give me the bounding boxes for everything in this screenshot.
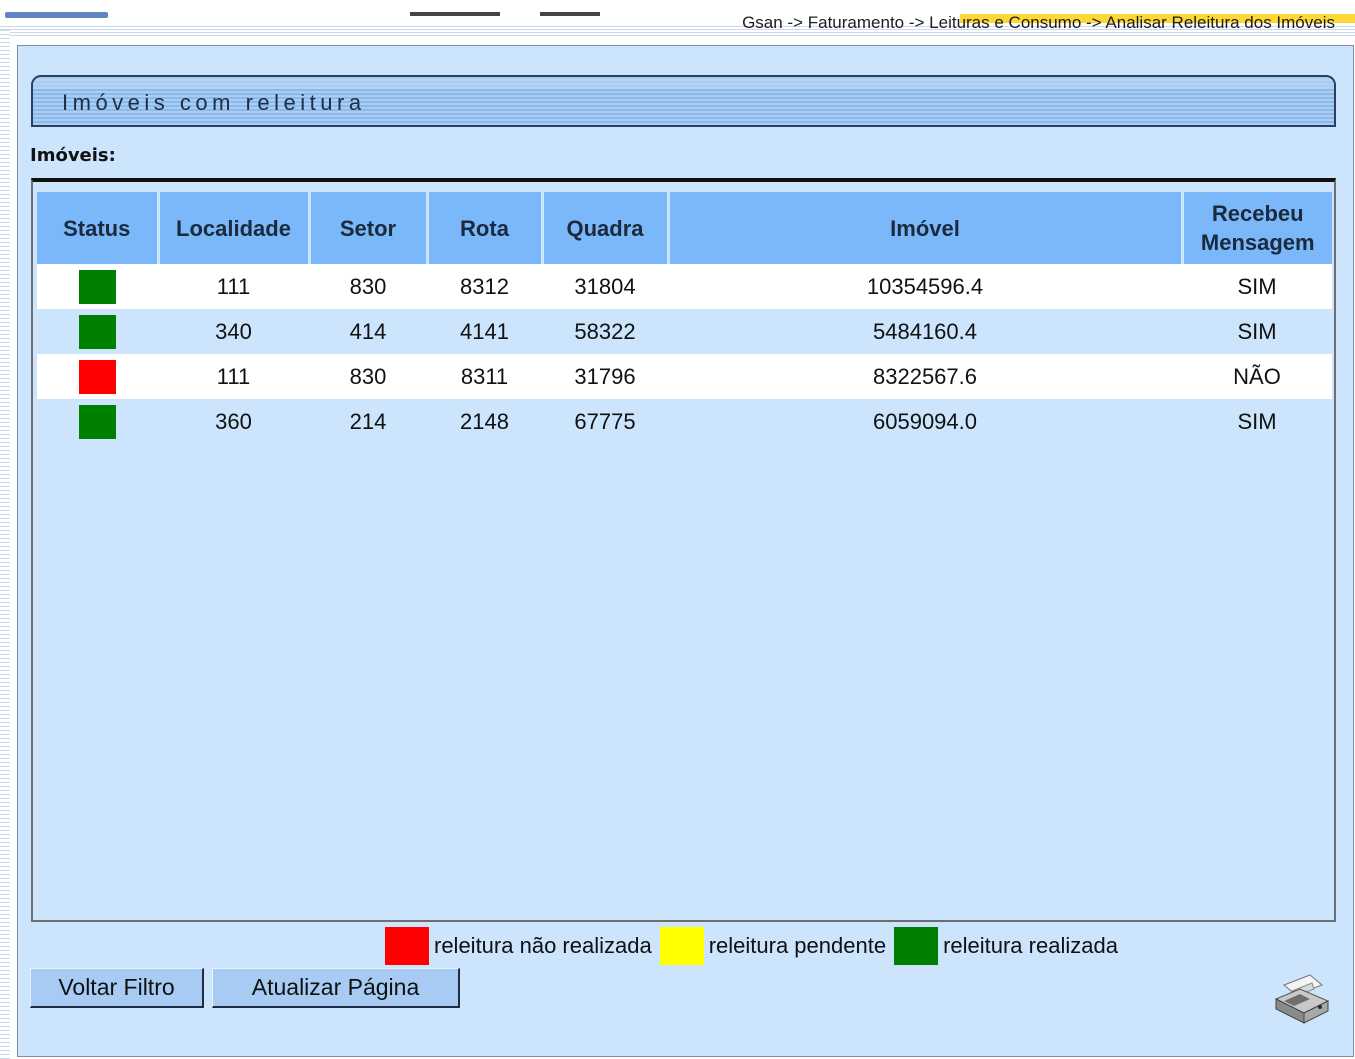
recebeu-cell: NÃO	[1182, 354, 1332, 399]
voltar-filtro-button[interactable]: Voltar Filtro	[30, 968, 204, 1008]
table-row: 111 830 8312 31804 10354596.4 SIM	[37, 264, 1332, 309]
recebeu-cell: SIM	[1182, 264, 1332, 309]
quadra-cell: 67775	[542, 399, 668, 444]
status-cell	[37, 264, 158, 309]
recebeu-cell: SIM	[1182, 309, 1332, 354]
status-cell	[37, 399, 158, 444]
setor-cell: 830	[309, 264, 427, 309]
status-cell	[37, 354, 158, 399]
legend-item: releitura realizada	[894, 927, 1118, 965]
setor-cell: 414	[309, 309, 427, 354]
column-header-status: Status	[37, 192, 160, 264]
legend-item: releitura não realizada	[385, 927, 652, 965]
section-header: Imóveis com releitura	[31, 75, 1336, 127]
printer-icon[interactable]	[1270, 971, 1334, 1032]
imovel-cell: 6059094.0	[668, 399, 1182, 444]
legend-label: releitura realizada	[943, 933, 1118, 958]
legend-label: releitura não realizada	[434, 933, 652, 958]
legend-swatch-red	[385, 927, 429, 965]
column-header-localidade: Localidade	[158, 192, 311, 264]
column-header-recebeu-mensagem: Recebeu Mensagem	[1182, 192, 1332, 264]
list-label: Imóveis:	[30, 145, 116, 166]
status-indicator	[79, 269, 116, 304]
legend-swatch-green	[894, 927, 939, 965]
legend-item: releitura pendente	[659, 927, 887, 965]
legend-label: releitura pendente	[708, 933, 887, 958]
quadra-cell: 31804	[542, 264, 668, 309]
status-cell	[37, 309, 158, 354]
recebeu-cell: SIM	[1182, 399, 1332, 444]
rota-cell: 8312	[427, 264, 542, 309]
column-header-imovel: Imóvel	[668, 192, 1184, 264]
imovel-cell: 10354596.4	[668, 264, 1182, 309]
table-row: 111 830 8311 31796 8322567.6 NÃO	[37, 354, 1332, 399]
setor-cell: 214	[309, 399, 427, 444]
section-title: Imóveis com releitura	[62, 90, 366, 115]
localidade-cell: 111	[158, 264, 309, 309]
status-indicator	[79, 404, 116, 439]
imovel-cell: 8322567.6	[668, 354, 1182, 399]
table-header-row: Status Localidade Setor Rota Quadra Imóv…	[37, 192, 1332, 264]
quadra-cell: 31796	[542, 354, 668, 399]
rota-cell: 2148	[427, 399, 542, 444]
table-row: 360 214 2148 67775 6059094.0 SIM	[37, 399, 1332, 444]
breadcrumb-text: Gsan -> Faturamento -> Leituras e Consum…	[742, 13, 1335, 32]
localidade-cell: 360	[158, 399, 309, 444]
atualizar-pagina-button[interactable]: Atualizar Página	[212, 968, 460, 1008]
quadra-cell: 58322	[542, 309, 668, 354]
localidade-cell: 340	[158, 309, 309, 354]
top-bar-decoration	[5, 12, 108, 18]
setor-cell: 830	[309, 354, 427, 399]
localidade-cell: 111	[158, 354, 309, 399]
column-header-rota: Rota	[427, 192, 544, 264]
status-indicator	[79, 359, 116, 394]
left-stripe-decoration	[0, 30, 10, 1059]
top-fragment-decoration	[410, 12, 500, 16]
table-row: 340 414 4141 58322 5484160.4 SIM	[37, 309, 1332, 354]
table-container: Status Localidade Setor Rota Quadra Imóv…	[31, 178, 1336, 922]
rota-cell: 8311	[427, 354, 542, 399]
imovel-cell: 5484160.4	[668, 309, 1182, 354]
legend-swatch-yellow	[659, 927, 704, 965]
main-panel: Imóveis com releitura Imóveis: Status Lo…	[17, 45, 1354, 1057]
status-indicator	[79, 314, 116, 349]
status-legend: releitura não realizada releitura penden…	[385, 926, 1126, 966]
column-header-setor: Setor	[309, 192, 429, 264]
rota-cell: 4141	[427, 309, 542, 354]
imoveis-table: Status Localidade Setor Rota Quadra Imóv…	[37, 192, 1332, 444]
breadcrumb: Gsan -> Faturamento -> Leituras e Consum…	[540, 11, 1355, 35]
column-header-quadra: Quadra	[542, 192, 670, 264]
